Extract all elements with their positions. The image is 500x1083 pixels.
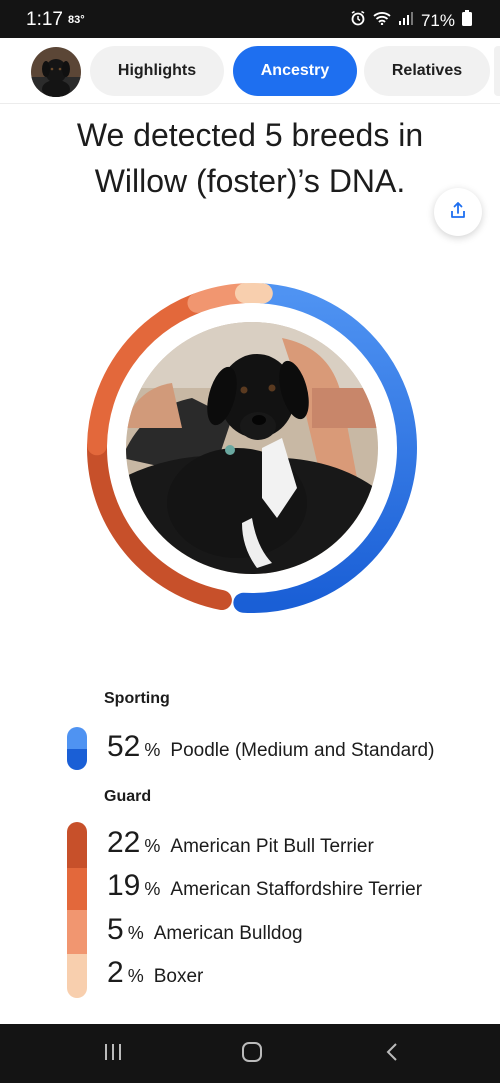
ancestry-headline: We detected 5 breeds in Willow (foster)’…	[76, 117, 424, 199]
breed-name: American Bulldog	[153, 923, 303, 944]
breed-name: American Pit Bull Terrier	[170, 836, 374, 857]
breed-row-american-staffordshire-terrier[interactable]: 19 % American Staffordshire Terrier	[107, 869, 422, 903]
percent-sign: %	[127, 923, 144, 943]
breed-row-american-bulldog[interactable]: 5 % American Bulldog	[107, 913, 303, 947]
percent-sign: %	[144, 740, 161, 760]
sporting-color-bar	[67, 727, 87, 770]
share-icon	[449, 201, 467, 224]
breed-row-poodle[interactable]: 52 % Poodle (Medium and Standard)	[107, 730, 434, 764]
group-label-sporting: Sporting	[104, 690, 170, 707]
breed-percent: 2	[107, 956, 124, 989]
tab-bar: Highlights Ancestry Relatives	[0, 38, 500, 104]
share-button[interactable]	[434, 188, 482, 236]
breed-percent: 5	[107, 913, 124, 946]
status-bar: 1:17 83° 71%	[0, 0, 500, 38]
breed-row-boxer[interactable]: 2 % Boxer	[107, 956, 203, 990]
breed-percent: 19	[107, 869, 141, 902]
percent-sign: %	[144, 879, 161, 899]
system-nav-bar	[0, 1024, 500, 1083]
dog-avatar[interactable]	[31, 47, 81, 97]
tab-ancestry[interactable]: Ancestry	[233, 46, 357, 96]
status-time: 1:17	[26, 9, 63, 30]
battery-percent: 71%	[420, 10, 455, 30]
breed-row-american-pit-bull-terrier[interactable]: 22 % American Pit Bull Terrier	[107, 826, 374, 860]
recent-apps-icon	[103, 1043, 123, 1066]
tab-overflow-edge	[494, 46, 500, 96]
back-icon	[385, 1042, 399, 1067]
battery-icon	[462, 10, 472, 31]
group-label-guard: Guard	[104, 788, 152, 805]
breed-percent: 52	[107, 730, 141, 763]
recent-apps-button[interactable]	[93, 1038, 133, 1070]
signal-icon	[398, 11, 414, 30]
status-temperature: 83°	[68, 14, 85, 26]
breed-name: Poodle (Medium and Standard)	[170, 740, 435, 761]
percent-sign: %	[144, 836, 161, 856]
home-button[interactable]	[232, 1038, 272, 1070]
percent-sign: %	[127, 966, 144, 986]
back-button[interactable]	[372, 1038, 412, 1070]
breed-name: Boxer	[153, 966, 204, 987]
guard-color-bar	[67, 822, 87, 998]
wifi-icon	[373, 11, 391, 30]
tab-highlights[interactable]: Highlights	[90, 46, 224, 96]
dog-photo	[126, 322, 378, 574]
breed-percent: 22	[107, 826, 141, 859]
breed-name: American Staffordshire Terrier	[170, 879, 423, 900]
tab-relatives[interactable]: Relatives	[364, 46, 490, 96]
ancestry-ring	[82, 278, 422, 618]
alarm-icon	[350, 10, 366, 31]
home-icon	[241, 1041, 263, 1068]
